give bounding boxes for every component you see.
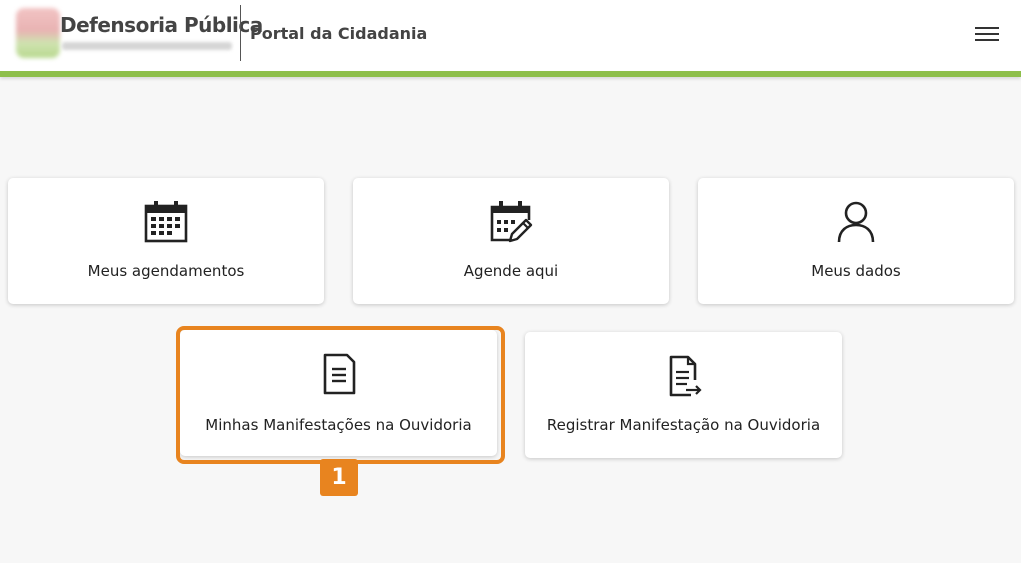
card-meus-dados[interactable]: Meus dados [698,178,1014,304]
card-label: Registrar Manifestação na Ouvidoria [546,416,821,434]
document-export-icon [669,355,702,397]
header-divider [240,5,241,61]
user-icon [837,201,875,243]
portal-title: Portal da Cidadania [250,24,428,43]
card-meus-agendamentos[interactable]: Meus agendamentos [8,178,324,304]
card-label: Agende aqui [463,262,559,280]
calendar-edit-icon [490,201,533,243]
header-accent-bar [0,71,1021,77]
calendar-icon [144,201,188,243]
card-label: Minhas Manifestações na Ouvidoria [205,416,472,434]
document-icon [323,353,355,395]
hamburger-menu-icon[interactable] [970,20,1004,48]
card-registrar-manifestacao[interactable]: Registrar Manifestação na Ouvidoria [525,332,842,458]
highlight-badge: 1 [320,459,358,496]
logo-emblem-icon [16,8,60,58]
card-agende-aqui[interactable]: Agende aqui [353,178,669,304]
card-label: Meus dados [811,262,901,280]
logo[interactable]: Defensoria Pública [14,6,263,60]
logo-title: Defensoria Pública [60,13,263,37]
card-minhas-manifestacoes[interactable]: Minhas Manifestações na Ouvidoria [180,330,497,456]
logo-subtitle-blurred [62,42,232,50]
card-label: Meus agendamentos [87,262,245,280]
header: Defensoria Pública Portal da Cidadania [0,0,1021,71]
